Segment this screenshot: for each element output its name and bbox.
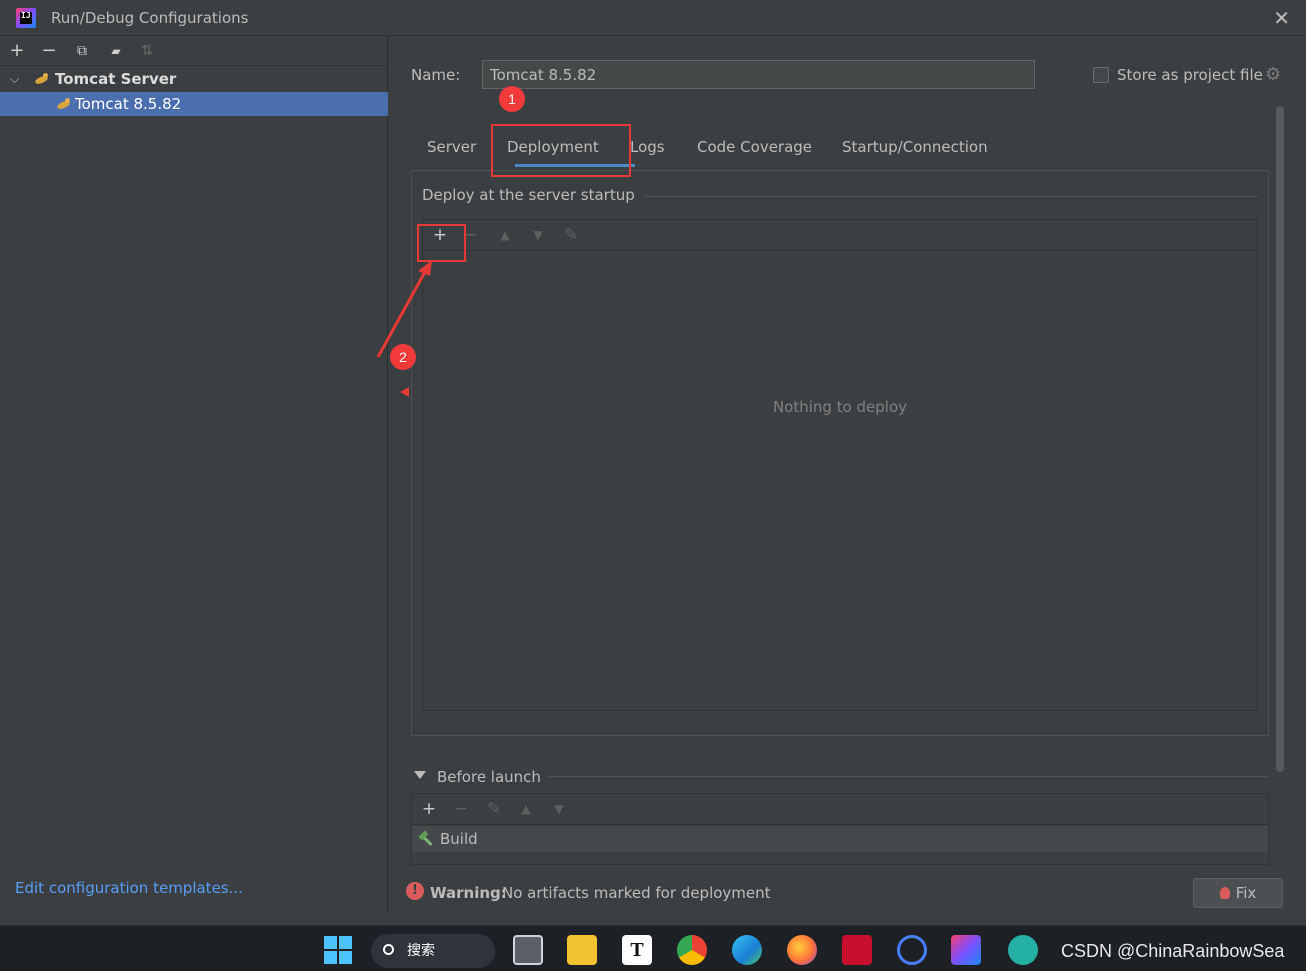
tree-item-tomcat-config[interactable]: Tomcat 8.5.82 bbox=[0, 92, 388, 116]
move-up-button[interactable]: ▲ bbox=[515, 798, 537, 820]
name-field[interactable] bbox=[482, 60, 1035, 89]
edit-task-button[interactable]: ✎ bbox=[483, 798, 505, 820]
edge-icon[interactable] bbox=[732, 935, 762, 965]
task-view-icon[interactable] bbox=[513, 935, 543, 965]
move-up-button[interactable]: ▲ bbox=[494, 224, 516, 246]
tree-group-tomcat-server[interactable]: ⌵ Tomcat Server bbox=[0, 67, 388, 91]
lightbulb-icon bbox=[1219, 887, 1230, 899]
deployment-toolbar: + − ▲ ▼ ✎ bbox=[423, 220, 1257, 251]
intellij-taskbar-icon[interactable] bbox=[951, 935, 981, 965]
store-as-project-file-label[interactable]: Store as project file bbox=[1117, 66, 1263, 84]
error-icon: ! bbox=[406, 882, 424, 900]
empty-state-text: Nothing to deploy bbox=[772, 398, 908, 416]
firefox-icon[interactable] bbox=[787, 935, 817, 965]
move-to-folder-button[interactable]: ▰ bbox=[105, 40, 127, 62]
section-divider bbox=[632, 196, 1258, 197]
annotation-badge-1: 1 bbox=[499, 86, 525, 112]
mcafee-icon[interactable] bbox=[842, 935, 872, 965]
search-icon bbox=[383, 944, 394, 955]
close-icon[interactable]: ✕ bbox=[1273, 6, 1290, 30]
add-configuration-button[interactable]: + bbox=[6, 40, 28, 62]
title-bar: IJ Run/Debug Configurations ✕ bbox=[0, 0, 1306, 36]
annotation-box-deployment-tab bbox=[491, 124, 631, 177]
remove-task-button[interactable]: − bbox=[450, 798, 472, 820]
build-task-label: Build bbox=[440, 830, 478, 848]
before-launch-list: + − ✎ ▲ ▼ Build bbox=[411, 793, 1269, 865]
copy-configuration-button[interactable]: ⧉ bbox=[71, 40, 93, 62]
remove-configuration-button[interactable]: − bbox=[38, 40, 60, 62]
taskbar-search-label: 搜索 bbox=[407, 943, 435, 959]
annotation-badge-2: 2 bbox=[390, 344, 416, 370]
configuration-tree-pane: + − ⧉ ▰ ⇅ ⌵ Tomcat Server Tomcat 8.5.82 … bbox=[0, 36, 388, 912]
hammer-icon bbox=[418, 831, 434, 847]
annotation-box-add-button bbox=[417, 224, 466, 262]
tree-toolbar: + − ⧉ ▰ ⇅ bbox=[0, 36, 388, 66]
file-explorer-icon[interactable] bbox=[567, 935, 597, 965]
deployment-panel: Deploy at the server startup + − ▲ ▼ ✎ N… bbox=[411, 170, 1269, 736]
vertical-scrollbar[interactable] bbox=[1276, 106, 1284, 772]
tomcat-icon bbox=[34, 72, 50, 86]
typora-icon[interactable]: T bbox=[622, 935, 652, 965]
sort-button[interactable]: ⇅ bbox=[136, 40, 158, 62]
taskbar-search[interactable]: 搜索 bbox=[371, 934, 495, 968]
warning-label: Warning: bbox=[430, 884, 507, 902]
list-item[interactable]: Build bbox=[412, 826, 1268, 852]
before-launch-toolbar: + − ✎ ▲ ▼ bbox=[412, 794, 1268, 825]
edit-artifact-button[interactable]: ✎ bbox=[560, 224, 582, 246]
intellij-app-icon: IJ bbox=[16, 8, 36, 28]
chevron-down-icon[interactable]: ⌵ bbox=[10, 67, 19, 91]
gear-icon[interactable]: ⚙ bbox=[1265, 64, 1281, 85]
before-launch-title[interactable]: Before launch bbox=[437, 768, 541, 786]
tab-code-coverage[interactable]: Code Coverage bbox=[697, 138, 812, 156]
tree-item-label: Tomcat 8.5.82 bbox=[75, 95, 182, 113]
tomcat-icon bbox=[56, 97, 72, 111]
deploy-section-title: Deploy at the server startup bbox=[422, 186, 643, 204]
tab-startup-connection[interactable]: Startup/Connection bbox=[842, 138, 988, 156]
taskbar: 搜索 T CSDN @ChinaRainbowSea bbox=[0, 925, 1306, 971]
todo-check-icon[interactable] bbox=[897, 935, 927, 965]
chrome-icon[interactable] bbox=[677, 935, 707, 965]
tab-logs[interactable]: Logs bbox=[630, 138, 665, 156]
app-icon-text: IJ bbox=[21, 11, 31, 20]
tab-server[interactable]: Server bbox=[427, 138, 476, 156]
warning-message: No artifacts marked for deployment bbox=[502, 884, 771, 902]
tree-group-label: Tomcat Server bbox=[55, 70, 177, 88]
store-as-project-file-checkbox[interactable] bbox=[1093, 67, 1109, 83]
add-task-button[interactable]: + bbox=[418, 798, 440, 820]
github-desktop-icon[interactable] bbox=[1008, 935, 1038, 965]
deployment-list[interactable]: + − ▲ ▼ ✎ Nothing to deploy bbox=[422, 219, 1258, 711]
watermark-text: CSDN @ChinaRainbowSea bbox=[1061, 941, 1285, 961]
window-title: Run/Debug Configurations bbox=[51, 9, 249, 27]
collapse-triangle-icon[interactable] bbox=[414, 771, 426, 779]
move-down-button[interactable]: ▼ bbox=[548, 798, 570, 820]
fix-button[interactable]: Fix bbox=[1193, 878, 1283, 908]
fix-label: Fix bbox=[1235, 884, 1257, 902]
edit-configuration-templates-link[interactable]: Edit configuration templates... bbox=[15, 879, 243, 897]
section-divider bbox=[547, 776, 1269, 777]
name-label: Name: bbox=[411, 66, 461, 84]
move-down-button[interactable]: ▼ bbox=[527, 224, 549, 246]
windows-start-icon[interactable] bbox=[323, 935, 353, 965]
